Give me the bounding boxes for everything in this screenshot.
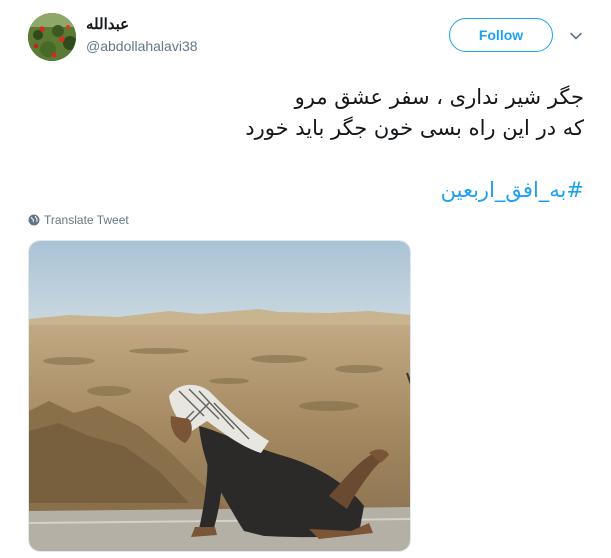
- screen-name[interactable]: @abdollahalavi38: [86, 38, 198, 54]
- tweet-text: جگر شیر نداری ، سفر عشق مرو که در این را…: [44, 82, 584, 144]
- translate-tweet-link[interactable]: Translate Tweet: [28, 213, 129, 227]
- tweet-card: عبدالله @abdollahalavi38 Follow جگر شیر …: [0, 0, 611, 558]
- globe-icon: [28, 214, 40, 226]
- display-name[interactable]: عبدالله: [86, 15, 129, 33]
- tweet-text-line-2: که در این راه بسی خون جگر باید خورد: [245, 116, 584, 140]
- chevron-down-icon[interactable]: [568, 28, 584, 44]
- tweet-photo[interactable]: [28, 240, 411, 552]
- translate-label: Translate Tweet: [44, 213, 129, 227]
- hashtag-link[interactable]: #به_افق_اربعین: [441, 175, 584, 206]
- avatar-poppies-icon: [28, 13, 76, 61]
- photo-pilgrim-icon: [29, 241, 410, 551]
- avatar[interactable]: [28, 13, 76, 61]
- follow-button[interactable]: Follow: [449, 18, 553, 52]
- tweet-text-line-1: جگر شیر نداری ، سفر عشق مرو: [294, 85, 584, 109]
